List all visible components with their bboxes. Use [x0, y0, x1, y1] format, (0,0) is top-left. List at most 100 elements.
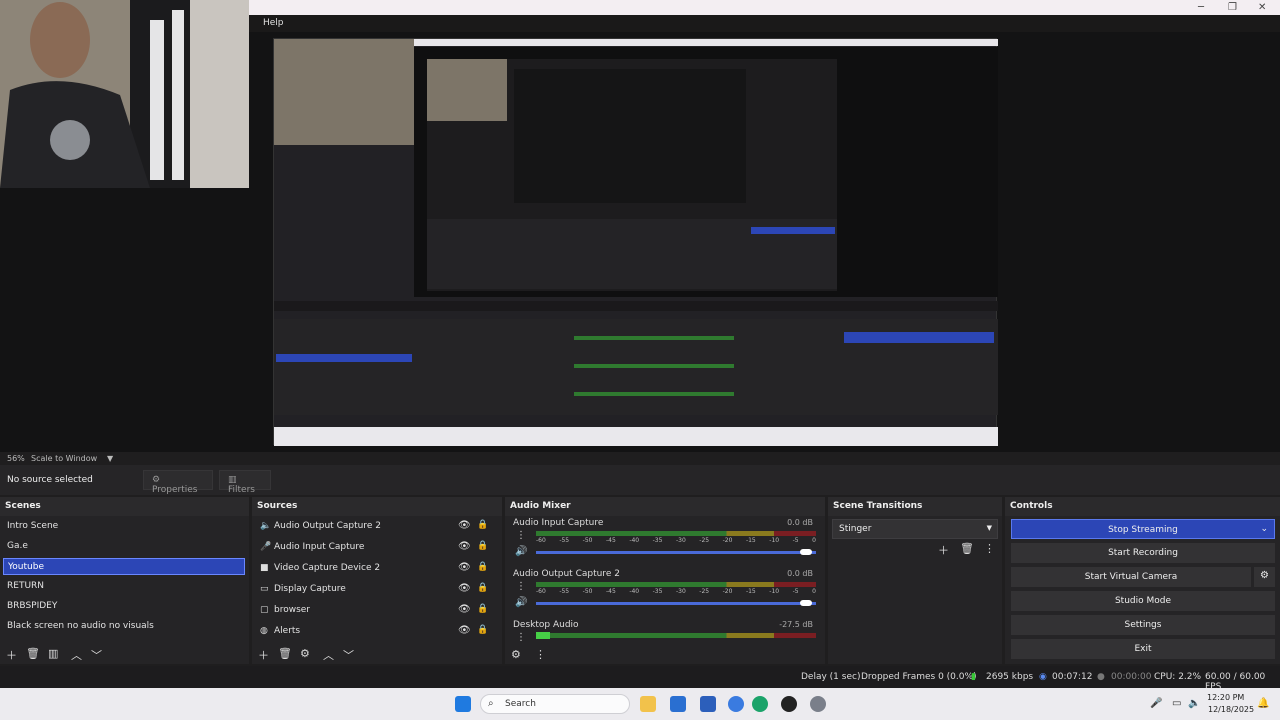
eye-icon[interactable]: 👁	[458, 583, 471, 594]
dropped-frames: Dropped Frames 0 (0.0%)	[861, 672, 977, 682]
volume-icon[interactable]: 🔈	[1188, 698, 1200, 709]
tick-label: -60	[536, 537, 546, 544]
properties-button[interactable]: ⚙ Properties	[143, 470, 213, 495]
chevron-down-icon[interactable]: ⌄	[1260, 524, 1268, 534]
kebab-menu-icon[interactable]: ⋮	[984, 542, 995, 555]
tick-label: -45	[605, 588, 616, 595]
eye-icon[interactable]: 👁	[458, 520, 471, 531]
scene-item-selected[interactable]: Youtube	[3, 558, 245, 575]
menu-help[interactable]: Help	[263, 18, 284, 28]
eye-icon[interactable]: 👁	[458, 562, 471, 573]
tick-label: -50	[582, 588, 593, 595]
kebab-menu-icon[interactable]: ⋮	[535, 648, 546, 661]
source-item[interactable]: 🎤 Audio Input Capture 👁 🔒	[255, 538, 495, 558]
kebab-menu-icon[interactable]: ⋮	[516, 581, 526, 592]
speaker-icon[interactable]: 🔊	[515, 546, 527, 557]
gear-icon[interactable]: ⚙	[511, 648, 521, 661]
lock-icon[interactable]: 🔒	[477, 520, 488, 530]
camera-icon: ■	[260, 563, 269, 573]
add-icon[interactable]: ＋	[938, 542, 949, 558]
stop-streaming-button[interactable]: Stop Streaming ⌄	[1011, 519, 1275, 539]
network-icon[interactable]: ▭	[1172, 698, 1181, 709]
trash-icon[interactable]: 🗑	[960, 542, 974, 555]
source-item[interactable]: 🔈 Audio Output Capture 2 👁 🔒	[255, 517, 495, 537]
channel-name: Audio Output Capture 2	[513, 569, 620, 579]
start-virtual-camera-button[interactable]: Start Virtual Camera	[1011, 567, 1251, 587]
close-icon[interactable]: ✕	[1258, 2, 1266, 13]
lock-icon[interactable]: 🔒	[477, 583, 488, 593]
windows-taskbar: 🎤 ▭ 🔈 12:20 PM 12/18/2025 🔔	[0, 688, 1280, 720]
tick-label: -5	[792, 588, 799, 595]
trash-icon[interactable]: 🗑	[278, 647, 292, 660]
kebab-menu-icon[interactable]: ⋮	[516, 530, 526, 541]
lock-icon[interactable]: 🔒	[477, 562, 488, 572]
volume-slider[interactable]	[536, 551, 816, 554]
transition-select[interactable]: Stinger ▼	[832, 519, 998, 539]
source-label: browser	[274, 605, 311, 615]
store-icon[interactable]	[670, 696, 686, 712]
settings-button[interactable]: Settings	[1011, 615, 1275, 635]
source-label: Alerts	[274, 626, 301, 636]
mixer-channel: Audio Input Capture 0.0 dB ⋮ -60 -55 -50 -4…	[508, 518, 818, 568]
tick-label: -20	[722, 537, 733, 544]
speaker-icon[interactable]: 🔊	[515, 597, 527, 608]
volume-slider-handle[interactable]	[800, 549, 812, 555]
transition-select-value: Stinger	[839, 524, 872, 534]
vpn-icon[interactable]	[728, 696, 744, 712]
tick-label: -40	[629, 537, 640, 544]
obs-icon[interactable]	[781, 696, 797, 712]
gear-icon[interactable]: ⚙	[1254, 567, 1275, 587]
exit-button[interactable]: Exit	[1011, 639, 1275, 659]
volume-slider[interactable]	[536, 602, 816, 605]
stream-icon: ◉	[1039, 672, 1047, 682]
volume-slider-handle[interactable]	[800, 600, 812, 606]
lock-icon[interactable]: 🔒	[477, 604, 488, 614]
microphone-icon[interactable]: 🎤	[1150, 698, 1162, 709]
filters-label: Filters	[228, 485, 255, 495]
volume-meter	[536, 582, 816, 587]
eye-icon[interactable]: 👁	[458, 541, 471, 552]
no-source-label: No source selected	[7, 475, 93, 485]
kebab-menu-icon[interactable]: ⋮	[516, 632, 526, 643]
gear-icon[interactable]: ⚙	[300, 647, 310, 660]
outlook-icon[interactable]	[700, 696, 716, 712]
scene-item[interactable]: Ga.e	[3, 538, 245, 555]
source-item[interactable]: ▭ Display Capture 👁 🔒	[255, 580, 495, 600]
source-item[interactable]: ▢ browser 👁 🔒	[255, 601, 495, 621]
scene-item[interactable]: Intro Scene	[3, 518, 245, 535]
lock-icon[interactable]: 🔒	[477, 541, 488, 551]
move-up-icon[interactable]: ︿	[323, 647, 334, 663]
file-explorer-icon[interactable]	[640, 696, 656, 712]
source-item[interactable]: ◍ Alerts 👁 🔒	[255, 622, 495, 642]
minimize-icon[interactable]: ─	[1198, 2, 1204, 13]
windows-start-icon[interactable]	[455, 696, 471, 712]
settings-gear-icon[interactable]	[810, 696, 826, 712]
move-down-icon[interactable]: ﹀	[91, 647, 102, 663]
trash-icon[interactable]: 🗑	[26, 647, 40, 660]
tick-label: -15	[745, 537, 756, 544]
source-item[interactable]: ■ Video Capture Device 2 👁 🔒	[255, 559, 495, 579]
move-down-icon[interactable]: ﹀	[343, 647, 354, 663]
add-icon[interactable]: ＋	[258, 647, 269, 663]
taskbar-search[interactable]: ⌕ Search	[480, 694, 630, 714]
start-recording-button[interactable]: Start Recording	[1011, 543, 1275, 563]
eye-icon[interactable]: 👁	[458, 604, 471, 615]
filter-icon[interactable]: ▥	[48, 647, 58, 660]
studio-mode-button[interactable]: Studio Mode	[1011, 591, 1275, 611]
add-icon[interactable]: ＋	[6, 647, 17, 663]
taskbar-time[interactable]: 12:20 PM	[1207, 693, 1244, 702]
lock-icon[interactable]: 🔒	[477, 625, 488, 635]
record-time: 00:00:00	[1111, 672, 1152, 682]
notification-icon[interactable]: 🔔	[1257, 698, 1269, 709]
eye-icon[interactable]: 👁	[458, 625, 471, 636]
edge-icon[interactable]	[752, 696, 768, 712]
filters-button[interactable]: ▥ Filters	[219, 470, 271, 495]
move-up-icon[interactable]: ︿	[71, 647, 82, 663]
restore-icon[interactable]: ❐	[1228, 2, 1237, 13]
scene-item[interactable]: RETURN	[3, 578, 245, 595]
webcam-overlay	[0, 0, 249, 188]
taskbar-date[interactable]: 12/18/2025	[1208, 705, 1254, 714]
scene-item[interactable]: BRBSPIDEY	[3, 598, 245, 615]
scene-item[interactable]: Black screen no audio no visuals	[3, 618, 245, 635]
tick-label: -15	[745, 588, 756, 595]
